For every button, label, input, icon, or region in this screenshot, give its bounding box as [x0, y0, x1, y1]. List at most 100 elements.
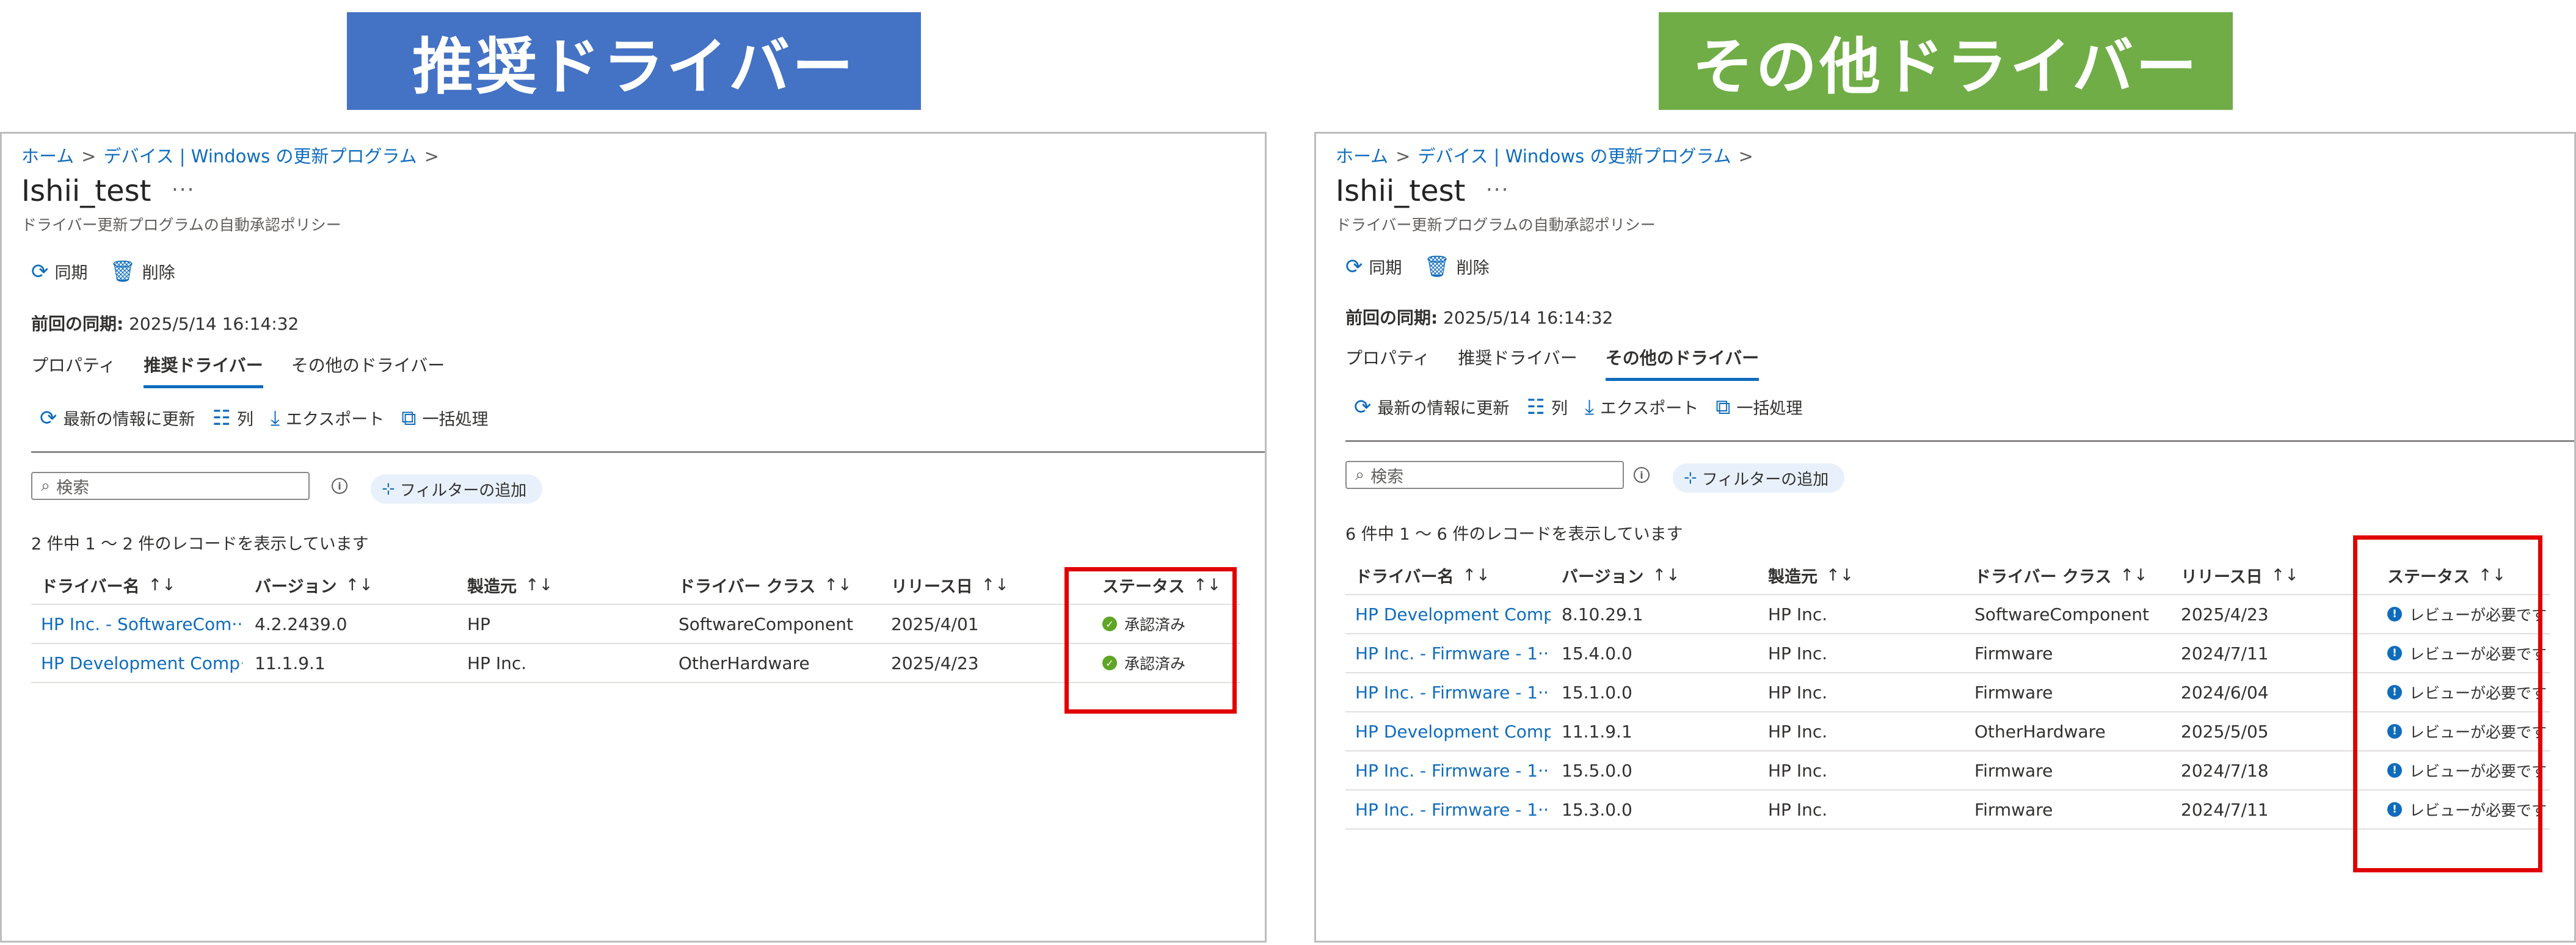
delete-button[interactable]: 🗑 削除: [110, 259, 175, 283]
refresh-button[interactable]: ⟳ 最新の情報に更新: [1354, 395, 1510, 419]
grid-toolbar: ⟳ 最新の情報に更新 ☷ 列 ⤓ エクスポート ⧉ 一括処理: [1354, 395, 1803, 419]
driver-manufacturer: HP Inc.: [1768, 643, 1828, 664]
export-button[interactable]: ⤓ エクスポート: [271, 406, 384, 430]
sync-button[interactable]: ⟳ 同期: [1345, 255, 1402, 278]
filter-icon: ⊹: [382, 480, 395, 498]
left-panel: ホーム > デバイス | Windows の更新プログラム > Ishii_test …: [0, 132, 1267, 943]
tab-properties[interactable]: プロパティ: [31, 352, 115, 388]
export-button[interactable]: ⤓ エクスポート: [1585, 395, 1698, 419]
column-header-label: 製造元: [467, 577, 517, 596]
refresh-button[interactable]: ⟳ 最新の情報に更新: [40, 406, 195, 430]
sync-icon: ⟳: [31, 259, 49, 284]
search-icon: ⌕: [41, 476, 51, 495]
bulk-action-button[interactable]: ⧉ 一括処理: [1716, 395, 1802, 419]
trash-icon: 🗑: [1424, 254, 1450, 279]
info-icon[interactable]: i: [1634, 467, 1650, 483]
column-header-manufacturer[interactable]: 製造元 ↑↓: [467, 566, 553, 604]
column-header-release-date[interactable]: リリース日 ↑↓: [891, 566, 1009, 604]
command-bar: ⟳ 同期 🗑 削除: [1345, 255, 1490, 278]
delete-button[interactable]: 🗑 削除: [1424, 255, 1490, 278]
table-row[interactable]: HP Development Comp··· 11.1.9.1 HP Inc. …: [31, 644, 1240, 683]
driver-name-link[interactable]: HP Inc. - Firmware - 1···: [1355, 791, 1551, 828]
driver-version: 4.2.2439.0: [255, 614, 347, 634]
column-header-name[interactable]: ドライバー名 ↑↓: [1355, 556, 1490, 594]
driver-name-link[interactable]: HP Inc. - SoftwareCom···: [41, 605, 242, 643]
info-icon[interactable]: i: [332, 478, 347, 494]
tab-other-drivers[interactable]: その他のドライバー: [291, 352, 445, 388]
sync-label: 同期: [54, 264, 88, 283]
add-filter-button[interactable]: ⊹ フィルターの追加: [371, 474, 543, 504]
download-icon: ⤓: [1584, 394, 1595, 419]
sort-icon: ↑↓: [1462, 565, 1490, 585]
chevron-right-icon: >: [1738, 146, 1753, 167]
record-count: 2 件中 1 ～ 2 件のレコードを表示しています: [31, 535, 369, 554]
table-row[interactable]: HP Inc. - SoftwareCom··· 4.2.2439.0 HP S…: [31, 605, 1240, 644]
add-filter-button[interactable]: ⊹ フィルターの追加: [1673, 463, 1845, 493]
tab-recommended-drivers[interactable]: 推奨ドライバー: [1458, 345, 1577, 381]
driver-version: 11.1.9.1: [255, 653, 326, 673]
sort-icon: ↑↓: [1652, 565, 1680, 585]
sort-icon: ↑↓: [148, 575, 176, 595]
delete-label: 削除: [142, 264, 175, 283]
sync-button[interactable]: ⟳ 同期: [31, 259, 88, 283]
right-panel: ホーム > デバイス | Windows の更新プログラム > Ishii_test …: [1314, 132, 2576, 943]
driver-name-link[interactable]: HP Development Comp···: [1355, 712, 1551, 750]
tab-properties[interactable]: プロパティ: [1345, 345, 1430, 381]
tab-recommended-drivers[interactable]: 推奨ドライバー: [144, 352, 263, 388]
add-filter-label: フィルターの追加: [399, 481, 527, 500]
column-header-class[interactable]: ドライバー クラス ↑↓: [679, 566, 852, 604]
bulk-action-button[interactable]: ⧉ 一括処理: [401, 406, 488, 430]
driver-manufacturer: HP Inc.: [1768, 799, 1828, 820]
driver-manufacturer: HP Inc.: [1768, 760, 1828, 781]
search-placeholder: 検索: [56, 478, 90, 498]
download-icon: ⤓: [270, 405, 280, 430]
driver-name-link[interactable]: HP Inc. - Firmware - 1···: [1355, 751, 1551, 789]
breadcrumb-home[interactable]: ホーム: [1336, 146, 1388, 167]
sort-icon: ↑↓: [1826, 565, 1854, 585]
column-header-version[interactable]: バージョン ↑↓: [1562, 556, 1680, 594]
columns-button[interactable]: ☷ 列: [213, 406, 253, 430]
column-header-class[interactable]: ドライバー クラス ↑↓: [1974, 556, 2148, 594]
column-header-release-date[interactable]: リリース日 ↑↓: [2181, 556, 2299, 594]
driver-table: ドライバー名 ↑↓ バージョン ↑↓ 製造元 ↑↓ ドライバー クラス ↑↓ リリース日…: [31, 566, 1240, 683]
last-sync-value: 2025/5/14 16:14:32: [1443, 308, 1614, 328]
breadcrumb-devices[interactable]: デバイス | Windows の更新プログラム: [1417, 146, 1731, 167]
more-options-button[interactable]: ···: [1486, 178, 1509, 202]
tab-other-drivers[interactable]: その他のドライバー: [1605, 345, 1759, 381]
driver-class: Firmware: [1974, 682, 2053, 703]
driver-name-link[interactable]: HP Development Comp···: [41, 644, 242, 682]
column-header-label: バージョン: [1562, 567, 1644, 587]
search-input[interactable]: ⌕ 検索: [31, 472, 310, 500]
columns-label: 列: [1551, 399, 1568, 418]
driver-class: SoftwareComponent: [679, 614, 853, 634]
sort-icon: ↑↓: [981, 575, 1009, 595]
driver-version: 15.1.0.0: [1562, 682, 1632, 703]
column-header-name[interactable]: ドライバー名 ↑↓: [41, 566, 176, 604]
trash-icon: 🗑: [109, 259, 136, 284]
driver-name-link[interactable]: HP Inc. - Firmware - 1···: [1355, 634, 1551, 672]
search-input[interactable]: ⌕ 検索: [1345, 461, 1624, 489]
sort-icon: ↑↓: [2120, 565, 2148, 585]
breadcrumb: ホーム > デバイス | Windows の更新プログラム >: [21, 142, 439, 168]
driver-manufacturer: HP Inc.: [467, 653, 527, 673]
driver-manufacturer: HP Inc.: [1768, 721, 1828, 742]
driver-release-date: 2025/4/23: [891, 653, 979, 673]
column-header-label: ドライバー名: [41, 577, 140, 596]
page-title: Ishii_test: [1336, 174, 1466, 208]
bulk-action-label: 一括処理: [422, 410, 489, 429]
more-options-button[interactable]: ···: [172, 178, 195, 202]
last-sync-label: 前回の同期:: [1345, 308, 1438, 328]
breadcrumb-devices[interactable]: デバイス | Windows の更新プログラム: [103, 146, 417, 167]
banner-recommended-drivers: 推奨ドライバー: [347, 12, 921, 110]
driver-name-link[interactable]: HP Inc. - Firmware - 1···: [1355, 673, 1551, 711]
chevron-right-icon: >: [1395, 146, 1411, 167]
last-sync: 前回の同期: 2025/5/14 16:14:32: [1345, 305, 1613, 329]
columns-label: 列: [236, 410, 253, 429]
columns-button[interactable]: ☷ 列: [1527, 395, 1568, 419]
column-header-manufacturer[interactable]: 製造元 ↑↓: [1768, 556, 1854, 594]
tab-list: プロパティ 推奨ドライバー その他のドライバー: [31, 352, 445, 388]
breadcrumb-home[interactable]: ホーム: [21, 146, 74, 167]
column-header-version[interactable]: バージョン ↑↓: [255, 566, 373, 604]
divider: [1345, 440, 2574, 442]
driver-name-link[interactable]: HP Development Comp···: [1355, 595, 1551, 633]
